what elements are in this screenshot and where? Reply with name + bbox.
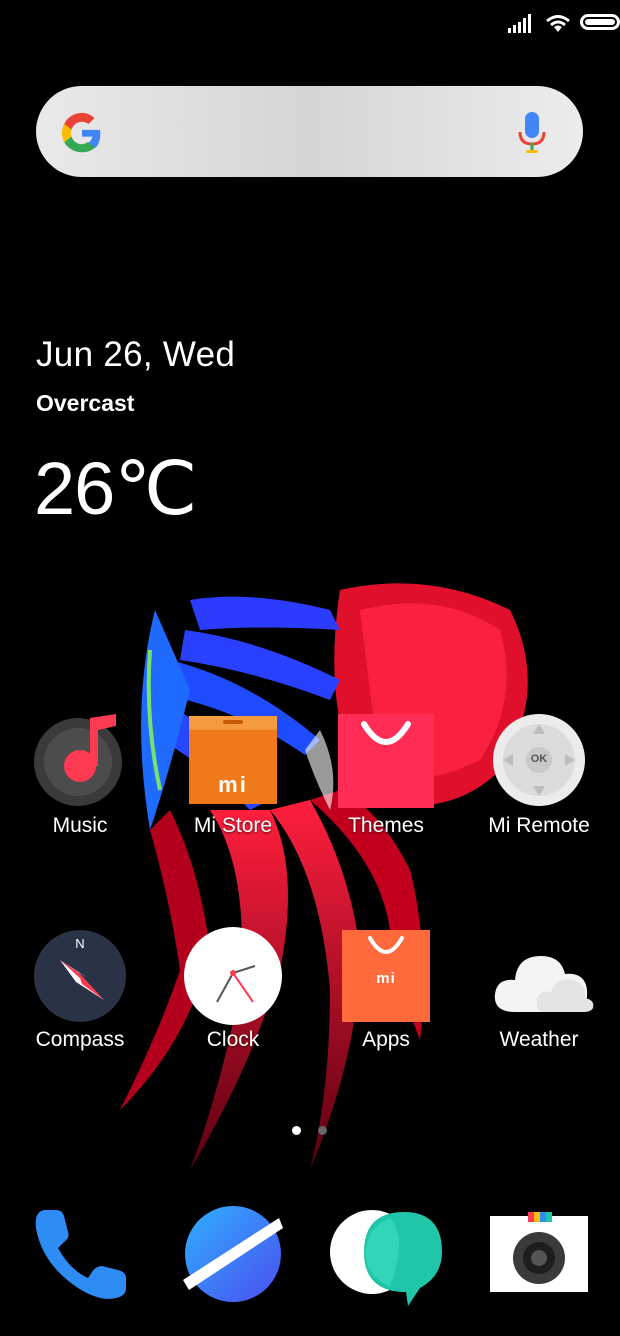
app-themes[interactable]: Themes (311, 712, 461, 838)
status-bar (0, 12, 620, 36)
mi-remote-icon: OK (491, 712, 587, 808)
dock-camera[interactable] (490, 1212, 590, 1312)
app-label: Music (52, 814, 108, 837)
mi-logo: mi (218, 772, 248, 797)
clock-icon (184, 926, 282, 1025)
app-clock[interactable]: Clock (158, 926, 308, 1052)
parrot-wallpaper (120, 583, 528, 1170)
widget-condition[interactable]: Overcast (36, 390, 134, 417)
app-mi-store[interactable]: mi Mi Store (158, 712, 308, 838)
app-label: Mi Store (193, 814, 273, 837)
page-dot[interactable] (292, 1126, 301, 1135)
phone-icon (35, 1210, 126, 1299)
mi-store-icon: mi (185, 712, 281, 808)
battery-icon (580, 14, 620, 30)
google-g-icon (61, 112, 101, 153)
page-dot[interactable] (318, 1126, 327, 1135)
app-label: Clock (206, 1028, 260, 1051)
page-indicator[interactable] (292, 1126, 332, 1136)
widget-date[interactable]: Jun 26, Wed (36, 335, 235, 375)
app-label: Weather (499, 1028, 579, 1051)
dock-phone[interactable] (30, 1204, 130, 1304)
app-mi-remote[interactable]: OK Mi Remote (464, 712, 614, 838)
wifi-icon (546, 15, 570, 32)
music-icon (32, 712, 128, 808)
compass-icon: N (32, 926, 128, 1022)
dock-messaging[interactable] (328, 1204, 446, 1306)
dock-browser[interactable] (183, 1204, 283, 1304)
app-apps-store[interactable]: mi Apps (311, 926, 461, 1052)
ok-button-label: OK (530, 753, 548, 765)
app-label: Compass (35, 1028, 125, 1051)
camera-icon (490, 1212, 588, 1292)
app-label: Themes (348, 814, 424, 837)
apps-store-icon: mi (338, 926, 434, 1022)
widget-temperature[interactable]: 26℃ (34, 446, 197, 532)
google-search-bar[interactable] (36, 86, 583, 177)
mi-logo: mi (376, 970, 396, 987)
app-music[interactable]: Music (5, 712, 155, 838)
browser-icon (183, 1206, 283, 1302)
messaging-icon (330, 1210, 442, 1306)
weather-icon (491, 926, 594, 1022)
mic-icon[interactable] (517, 110, 547, 156)
themes-icon (336, 712, 436, 810)
app-label: Mi Remote (488, 814, 590, 837)
app-weather[interactable]: Weather (464, 926, 614, 1052)
compass-north-label: N (75, 936, 85, 951)
app-compass[interactable]: N Compass (5, 926, 155, 1052)
signal-icon (508, 14, 531, 33)
app-label: Apps (362, 1028, 410, 1051)
